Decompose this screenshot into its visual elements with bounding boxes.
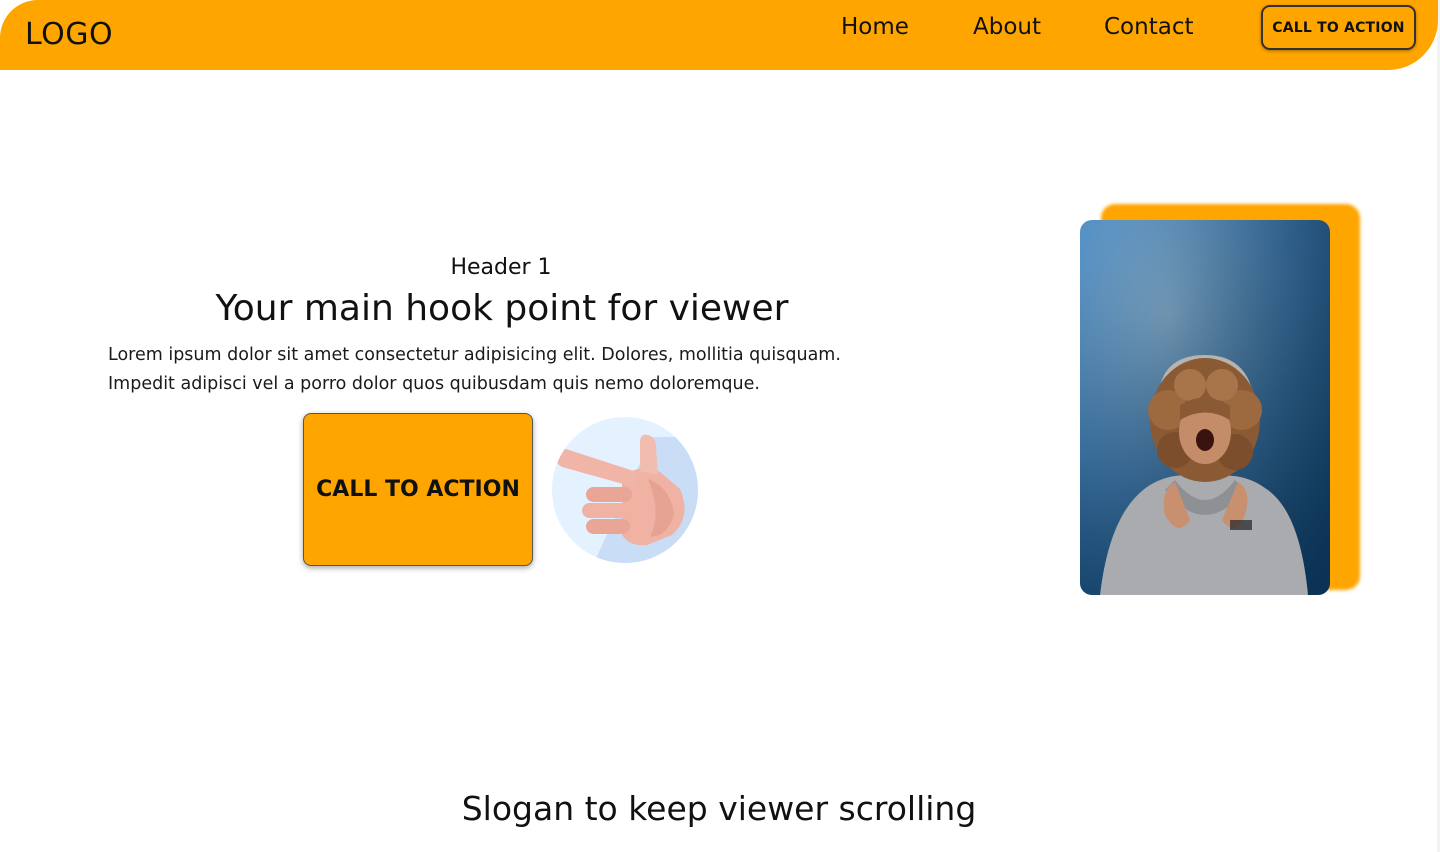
top-navbar: LOGO Home About Contact CALL TO ACTION — [0, 0, 1438, 70]
hero-photo — [1080, 220, 1330, 595]
hero-description-line: Lorem ipsum dolor sit amet consectetur a… — [108, 345, 841, 365]
slogan-heading: Slogan to keep viewer scrolling — [461, 789, 977, 828]
hero-title: Your main hook point for viewer — [215, 288, 789, 329]
pointing-hand-icon — [552, 417, 698, 563]
hero-description: Lorem ipsum dolor sit amet consectetur a… — [108, 341, 928, 399]
hero-subheader: Header 1 — [450, 255, 552, 280]
logo[interactable]: LOGO — [25, 17, 113, 53]
hero-description-line: Impedit adipisci vel a porro dolor quos … — [108, 374, 760, 394]
hero-cta-button[interactable]: CALL TO ACTION — [303, 413, 533, 566]
nav-link-contact[interactable]: Contact — [1104, 12, 1193, 42]
nav-cta-button[interactable]: CALL TO ACTION — [1261, 5, 1416, 50]
nav-link-about[interactable]: About — [973, 12, 1041, 42]
nav-link-home[interactable]: Home — [841, 12, 909, 42]
